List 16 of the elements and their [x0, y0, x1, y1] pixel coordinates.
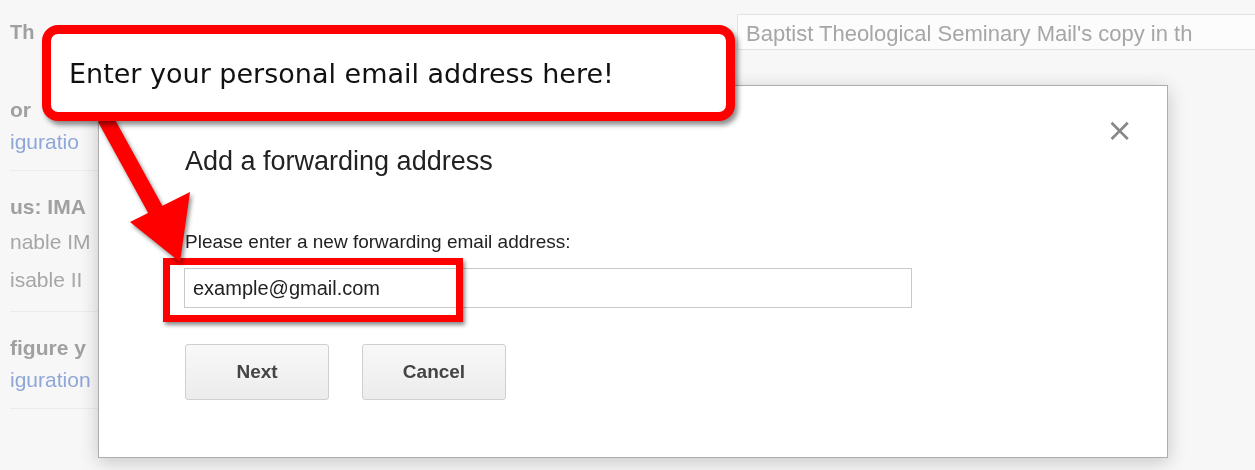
option-label: isable II — [10, 267, 84, 293]
section-title: figure y — [10, 335, 87, 361]
settings-link[interactable]: iguration — [10, 364, 98, 396]
email-input-field[interactable]: example@gmail.com — [184, 268, 912, 308]
dialog-title: Add a forwarding address — [185, 146, 494, 177]
settings-link[interactable]: iguratio — [10, 126, 98, 158]
next-button[interactable]: Next — [185, 344, 329, 400]
text-field[interactable]: Baptist Theological Seminary Mail's copy in th — [737, 14, 1255, 50]
section-title: or — [10, 97, 32, 123]
cancel-button[interactable]: Cancel — [362, 344, 506, 400]
close-button[interactable]: × — [1102, 114, 1137, 146]
setting-label: Th — [10, 20, 36, 44]
section-title: us: IMA — [10, 194, 87, 220]
callout-text: Enter your personal email address here! — [69, 57, 614, 89]
prompt-label: Please enter a new forwarding email address: — [185, 231, 572, 253]
option-label: nable IM — [10, 229, 92, 255]
